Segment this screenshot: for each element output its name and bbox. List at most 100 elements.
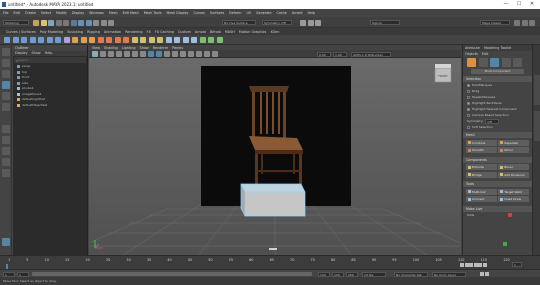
outliner-layout-icon[interactable] bbox=[2, 158, 10, 166]
combine-button[interactable]: Combine bbox=[466, 139, 497, 146]
target-weld-button[interactable]: Target Weld bbox=[498, 188, 529, 195]
menu-deform[interactable]: Deform bbox=[229, 11, 241, 15]
go-to-end-icon[interactable] bbox=[482, 263, 487, 267]
menu-create[interactable]: Create bbox=[25, 11, 36, 15]
aa-icon[interactable] bbox=[196, 51, 202, 57]
wireframe-icon[interactable] bbox=[148, 51, 154, 57]
edge-mode-icon[interactable] bbox=[490, 58, 499, 67]
extrude-icon[interactable] bbox=[131, 36, 138, 43]
viewport-menu-view[interactable]: View bbox=[92, 46, 100, 50]
paint-select-icon[interactable] bbox=[2, 70, 10, 78]
start-time-field[interactable]: 1 bbox=[3, 271, 15, 277]
outliner-menu-display[interactable]: Display bbox=[15, 51, 28, 56]
outliner-menu-help[interactable]: Help bbox=[45, 51, 53, 56]
play-back-icon[interactable] bbox=[469, 263, 473, 267]
multi-cut-button[interactable]: Multi-Cut bbox=[466, 188, 497, 195]
menu-select[interactable]: Select bbox=[41, 11, 51, 15]
time-slider[interactable]: 1 5 10 15 20 25 30 35 40 45 50 55 60 65 … bbox=[0, 255, 540, 269]
film-gate-icon[interactable] bbox=[132, 51, 138, 57]
snap-point-icon[interactable] bbox=[108, 20, 114, 26]
poly-disc-icon[interactable] bbox=[55, 36, 61, 43]
platonic-icon[interactable] bbox=[63, 36, 70, 43]
camera-select-icon[interactable] bbox=[92, 51, 98, 57]
select-object-icon[interactable] bbox=[78, 20, 84, 26]
select-hierarchy-icon[interactable] bbox=[70, 20, 77, 26]
menu-surfaces[interactable]: Surfaces bbox=[210, 11, 224, 15]
toggle-panel-icon-3[interactable] bbox=[529, 20, 535, 26]
bevel-icon[interactable] bbox=[148, 36, 155, 43]
shelf-tab[interactable]: Motion Graphics bbox=[239, 30, 267, 34]
render-icon[interactable] bbox=[300, 20, 306, 26]
mirror-button[interactable]: Mirror bbox=[498, 147, 529, 153]
side-tab[interactable] bbox=[534, 75, 540, 105]
toggle-panel-icon[interactable] bbox=[514, 20, 520, 26]
lasso-tool-icon[interactable] bbox=[2, 59, 10, 67]
render-settings-icon[interactable] bbox=[315, 20, 321, 26]
poly-sphere-icon[interactable] bbox=[4, 36, 10, 43]
shelf-tab[interactable]: FX Caching bbox=[155, 30, 174, 34]
go-icon[interactable] bbox=[503, 242, 507, 246]
add-divisions-button[interactable]: Add Divisions bbox=[498, 171, 529, 178]
smooth-shade-icon[interactable] bbox=[156, 51, 162, 57]
shelf-tab[interactable]: Custom bbox=[178, 30, 191, 34]
viewport-menu-show[interactable]: Show bbox=[140, 46, 149, 50]
bridge-icon[interactable] bbox=[140, 36, 146, 43]
shelf-tab[interactable]: Animation bbox=[104, 30, 121, 34]
color-space-dropdown[interactable]: ACES 1.0 SDR-video (sRGB) bbox=[351, 51, 391, 61]
undo-icon[interactable] bbox=[55, 20, 62, 26]
menu-mesh-display[interactable]: Mesh Display bbox=[167, 11, 189, 15]
save-scene-icon[interactable] bbox=[48, 20, 54, 26]
move-tool-icon[interactable] bbox=[2, 81, 10, 89]
range-slider-bar[interactable] bbox=[32, 272, 312, 276]
mirror-icon[interactable] bbox=[123, 36, 129, 43]
menu-curves[interactable]: Curves bbox=[193, 11, 204, 15]
poly-cylinder-icon[interactable] bbox=[21, 36, 27, 43]
menu-file[interactable]: File bbox=[3, 11, 9, 15]
current-frame-field[interactable]: 1 bbox=[512, 262, 522, 267]
smooth-button[interactable]: Smooth bbox=[466, 147, 497, 153]
planar-map-icon[interactable] bbox=[208, 36, 214, 43]
open-scene-icon[interactable] bbox=[40, 20, 47, 26]
rotate-tool-icon[interactable] bbox=[2, 92, 10, 100]
shelf-tab[interactable]: Bifrost bbox=[210, 30, 221, 34]
multi-cut-icon[interactable] bbox=[165, 36, 172, 43]
camera-attributes-icon[interactable] bbox=[100, 51, 106, 57]
auto-key-icon[interactable] bbox=[480, 272, 484, 276]
reduce-icon[interactable] bbox=[114, 36, 121, 43]
soft-selection-checkbox[interactable]: Soft Selection bbox=[463, 124, 532, 130]
shelf-tab[interactable]: Arnold bbox=[195, 30, 206, 34]
target-weld-icon[interactable] bbox=[174, 36, 180, 43]
fps-dropdown[interactable]: 24 fps bbox=[362, 271, 386, 277]
scale-tool-icon[interactable] bbox=[2, 103, 10, 111]
separate-icon[interactable] bbox=[80, 36, 87, 43]
redo-icon[interactable] bbox=[63, 20, 69, 26]
go-to-start-icon[interactable] bbox=[460, 263, 464, 267]
view-cube-label[interactable]: FRONT bbox=[438, 74, 448, 78]
shelf-tab[interactable]: MASH bbox=[225, 30, 235, 34]
extract-icon[interactable] bbox=[89, 36, 95, 43]
tab-attribute[interactable]: Attribute bbox=[465, 46, 480, 50]
multi-component-button[interactable]: Multi-Component bbox=[471, 69, 524, 74]
far-clip-field[interactable]: 1.00 bbox=[333, 51, 347, 57]
object-mode-icon[interactable] bbox=[467, 58, 476, 67]
shelf-tab[interactable]: FX bbox=[147, 30, 151, 34]
menu-windows[interactable]: Windows bbox=[89, 11, 104, 15]
quad-draw-icon[interactable] bbox=[182, 36, 189, 43]
shelf-tab[interactable]: Curves / Surfaces bbox=[6, 30, 36, 34]
extrude-button[interactable]: Extrude bbox=[466, 164, 497, 170]
insert-edge-loop-icon[interactable] bbox=[191, 36, 197, 43]
live-surface-field[interactable]: No Live Surface bbox=[222, 20, 256, 25]
workspace-dropdown[interactable]: Maya Classic bbox=[480, 20, 510, 25]
quick-layout-icon[interactable] bbox=[2, 238, 10, 246]
face-mode-icon[interactable] bbox=[501, 58, 511, 67]
max-time-field[interactable]: 200 bbox=[346, 271, 358, 277]
quad-draw-button[interactable]: Quad Draw bbox=[498, 196, 529, 202]
menu-help[interactable]: Help bbox=[307, 11, 315, 15]
image-plane-toggle-icon[interactable] bbox=[116, 51, 122, 57]
anim-layer-dropdown[interactable]: No Anim Layer bbox=[432, 271, 466, 277]
uv-mode-icon[interactable] bbox=[513, 58, 522, 67]
menu-generate[interactable]: Generate bbox=[256, 11, 271, 15]
bookmark-icon[interactable] bbox=[108, 51, 114, 57]
poly-plane-icon[interactable] bbox=[46, 36, 53, 43]
menu-uv[interactable]: UV bbox=[246, 11, 251, 15]
